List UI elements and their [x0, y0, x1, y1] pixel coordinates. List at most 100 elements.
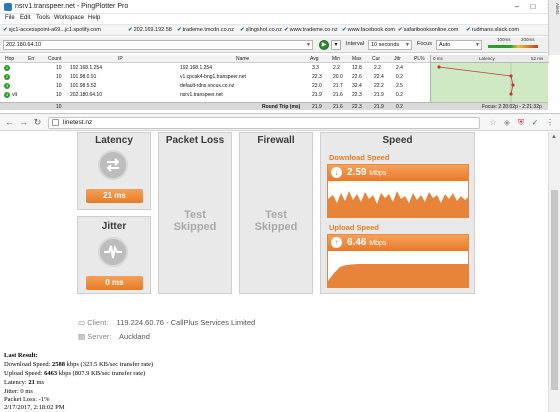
target-shortcut-label: sjc1-accesspoint-a69...jc1.spotify.com: [8, 27, 101, 33]
star-icon[interactable]: ☆: [488, 118, 498, 128]
hop-row[interactable]: 2 10 101.98.0.91 v1.cpcak4-bng1.transpee…: [0, 73, 430, 81]
col-pl[interactable]: PL%: [414, 56, 425, 62]
hop-name: 192.168.1.254: [180, 65, 212, 71]
legend-100ms: 100ms: [497, 37, 511, 42]
hop-row[interactable]: 1 10 192.168.1.254 192.168.1.254 3.3 2.2…: [0, 64, 430, 72]
menu-help[interactable]: Help: [88, 15, 100, 21]
jitter-title: Jitter: [101, 221, 127, 232]
hop-row[interactable]: 3 10 101.98.5.52 default-rdns.vocus.co.n…: [0, 82, 430, 90]
target-shortcut-label: 202.169.192.58: [133, 27, 172, 33]
extension-badge-icon[interactable]: ✓: [530, 118, 540, 128]
chevron-down-icon: ▼: [475, 42, 480, 48]
latency-graph[interactable]: 0 ms Latency 52 ms: [430, 55, 549, 102]
reload-button[interactable]: ↻: [32, 117, 43, 128]
firewall-status-line2: Skipped: [254, 221, 298, 233]
target-shortcut[interactable]: ✔rudmans.slack.com: [466, 27, 519, 33]
target-shortcut-label: safaribooksonline.com: [403, 27, 459, 33]
latency-color-legend: [488, 45, 538, 48]
alerts-side-tab[interactable]: Alerts: [548, 0, 560, 55]
summary-max: 22.3: [352, 104, 362, 110]
hop-cur: 22.4: [374, 74, 384, 80]
server-value: Auckland: [119, 332, 150, 341]
pulse-icon: [98, 237, 128, 267]
menu-file[interactable]: File: [5, 15, 15, 21]
latency-card: Latency 21 ms: [77, 132, 151, 210]
summary-label: Round Trip (ms): [262, 104, 301, 110]
target-input[interactable]: 202.180.64.10 ▼: [3, 40, 313, 50]
target-shortcut[interactable]: ✔202.169.192.58: [128, 27, 172, 33]
menu-edit[interactable]: Edit: [20, 15, 30, 21]
col-ip[interactable]: IP: [118, 56, 123, 62]
target-shortcut[interactable]: ✔safaribooksonline.com: [398, 27, 458, 33]
hop-name: nsrv1.transpeer.net: [180, 92, 223, 98]
target-shortcut[interactable]: ✔www.trademe.co.nz: [284, 27, 338, 33]
hop-table: Hop Err Count IP Name Avg Min Max Cur Jt…: [0, 55, 549, 111]
speed-card: Speed Download Speed ↓ 2.59 Mbps Upload …: [320, 132, 475, 294]
arrows-exchange-icon: [98, 150, 128, 180]
upload-arrow-icon: ↑: [331, 237, 342, 248]
hop-max: 32.4: [352, 83, 362, 89]
hop-cur: 22.2: [374, 83, 384, 89]
last-result-upload: Upload Speed: 6463 kbps (807.9 KB/sec tr…: [4, 370, 145, 377]
start-trace-button[interactable]: ▶: [319, 40, 329, 50]
col-max[interactable]: Max: [352, 56, 361, 62]
focus-select[interactable]: Auto ▼: [436, 40, 482, 50]
summary-cur: 21.9: [374, 104, 384, 110]
col-min[interactable]: Min: [332, 56, 340, 62]
page-scrollbar[interactable]: ▲: [548, 132, 560, 412]
arrows-exchange-glyph: [106, 158, 120, 172]
hop-ip: 101.98.5.52: [70, 83, 97, 89]
hop-min: 20.0: [333, 74, 343, 80]
menu-icon[interactable]: ⋮: [545, 118, 555, 128]
hop-jttr: 2.4: [396, 65, 403, 71]
shield-icon[interactable]: ⛨: [516, 118, 526, 128]
check-icon: ✔: [177, 27, 182, 33]
client-label: Client:: [87, 318, 109, 327]
upload-speed-unit: Mbps: [369, 240, 387, 247]
extension-icon[interactable]: ◈: [502, 118, 512, 128]
hop-min: 21.7: [333, 83, 343, 89]
download-speed-header: ↓ 2.59 Mbps: [328, 165, 468, 181]
upload-speed-value: 6.46: [347, 237, 367, 248]
hop-min: 21.6: [333, 92, 343, 98]
latency-title: Latency: [95, 135, 133, 146]
col-hop[interactable]: Hop: [5, 56, 14, 62]
graph-max-label: 52 ms: [531, 56, 544, 61]
scrollbar-thumb[interactable]: [551, 190, 558, 390]
last-result-download: Download Speed: 2588 kbps (323.5 KB/sec …: [4, 361, 153, 368]
col-avg[interactable]: Avg: [310, 56, 319, 62]
upload-speed-readout: 6.46 Mbps: [347, 237, 386, 248]
summary-min: 21.6: [333, 104, 343, 110]
scroll-up-arrow-icon[interactable]: ▲: [551, 134, 557, 140]
upload-speed-panel: ↑ 6.46 Mbps: [327, 234, 469, 288]
forward-button[interactable]: →: [18, 117, 29, 128]
interval-label: Interval: [346, 41, 365, 47]
target-shortcut[interactable]: ✔www.facebook.com: [342, 27, 395, 33]
download-suffix: kbps (323.5 KB/sec transfer rate): [66, 361, 154, 368]
col-err[interactable]: Err: [28, 56, 35, 62]
latency-ms: 21: [28, 379, 35, 386]
target-shortcut[interactable]: ✔slingshot.co.nz: [240, 27, 282, 33]
interval-select[interactable]: 10 seconds ▼: [368, 40, 412, 50]
upload-suffix: kbps (807.9 KB/sec transfer rate): [58, 370, 146, 377]
address-bar[interactable]: linetest.nz: [48, 117, 480, 129]
target-shortcut-label: trademe.tmcdn.co.nz: [182, 27, 234, 33]
hop-tag: vlt: [12, 92, 17, 98]
back-button[interactable]: ←: [4, 117, 15, 128]
hop-row[interactable]: 4 vlt 10 202.180.64.10 nsrv1.transpeer.n…: [0, 91, 430, 99]
trace-dropdown-button[interactable]: ▾: [331, 40, 341, 50]
focus-range: Focus: 2:20:02p - 2:21:32p: [482, 104, 542, 110]
target-shortcut[interactable]: ✔sjc1-accesspoint-a69...jc1.spotify.com: [3, 27, 101, 33]
col-count[interactable]: Count: [48, 56, 61, 62]
col-name[interactable]: Name: [236, 56, 249, 62]
maximize-button[interactable]: □: [526, 2, 540, 12]
col-cur[interactable]: Cur: [372, 56, 380, 62]
download-speed-unit: Mbps: [369, 170, 387, 177]
latency-point: [509, 92, 513, 96]
menu-tools[interactable]: Tools: [36, 15, 50, 21]
col-jttr[interactable]: Jttr: [394, 56, 401, 62]
target-shortcut[interactable]: ✔trademe.tmcdn.co.nz: [177, 27, 234, 33]
last-result-latency: Latency: 21 ms: [4, 379, 44, 386]
minimize-button[interactable]: –: [510, 2, 524, 12]
menu-workspace[interactable]: Workspace: [54, 15, 84, 21]
